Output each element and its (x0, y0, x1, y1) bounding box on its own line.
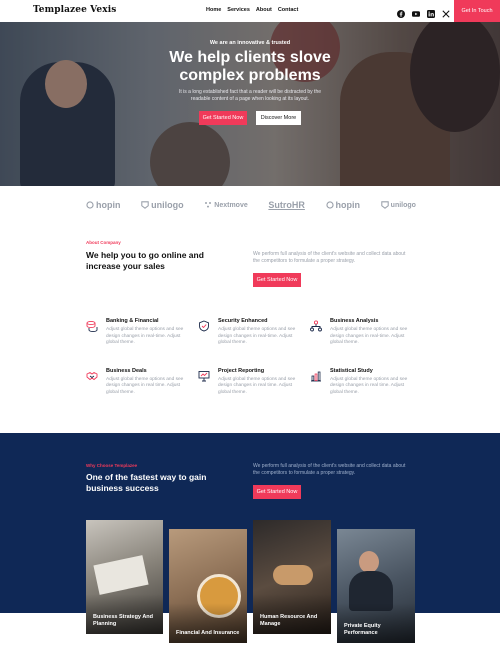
org-chart-icon (310, 320, 322, 332)
linkedin-icon[interactable] (427, 5, 435, 18)
about-get-started-button[interactable]: Get Started Now (253, 273, 301, 287)
card-shade (169, 603, 247, 643)
main-menu: Home Services About Contact (206, 7, 298, 13)
feature-description: Adjust global theme options and see desi… (330, 327, 408, 345)
partner-logo: unilogo (141, 200, 184, 210)
youtube-icon[interactable] (412, 5, 420, 17)
feature-description: Adjust global theme options and see desi… (106, 376, 184, 395)
feature-title: Business Analysis (330, 318, 379, 324)
bar-chart-icon (311, 371, 321, 381)
card-photo-face (359, 551, 379, 573)
why-kicker: Why Choose Templazee (86, 463, 138, 468)
service-card[interactable]: Human Resource And Manage (253, 520, 331, 634)
x-icon[interactable] (442, 5, 450, 18)
partner-logo: SutroHR (268, 200, 305, 210)
nextmove-logo-icon (205, 202, 212, 208)
why-choose-section (0, 433, 500, 613)
partner-logo-text: hopin (96, 200, 121, 210)
partner-logo-text: hopin (335, 200, 361, 210)
social-links (397, 5, 450, 18)
menu-item-home[interactable]: Home (206, 7, 221, 13)
service-card-label: Human Resource And Manage (260, 614, 318, 627)
discover-more-button[interactable]: Discover More (256, 111, 301, 125)
get-started-button[interactable]: Get Started Now (199, 111, 247, 125)
about-text: We perform full analysis of the client's… (253, 251, 406, 264)
why-text: We perform full analysis of the client's… (253, 463, 406, 476)
why-get-started-button[interactable]: Get Started Now (253, 485, 301, 499)
features-grid: Banking & Financial Adjust global theme … (86, 318, 416, 396)
hero-kicker: We are an innovative & trusted (209, 40, 291, 46)
shield-check-icon (199, 320, 209, 332)
partner-logo-text: unilogo (390, 201, 416, 209)
presentation-icon (198, 370, 210, 381)
unilogo-logo-icon (380, 201, 389, 209)
service-card[interactable]: Financial And Insurance (169, 529, 247, 643)
partner-logos: hopin unilogo Nextmove SutroHR hopin uni… (86, 200, 416, 210)
partner-logo: hopin (86, 200, 121, 210)
hero-title: We help clients slove complex problems (169, 49, 331, 84)
get-in-touch-button[interactable]: Get In Touch (454, 0, 500, 22)
menu-item-services[interactable]: Services (227, 7, 250, 13)
feature-description: Adjust global theme options and see desi… (330, 376, 408, 395)
partner-logo: unilogo (380, 201, 416, 209)
feature-title: Statistical Study (330, 367, 373, 374)
feature-description: Adjust global theme options and see desi… (218, 376, 296, 395)
coins-icon (86, 320, 98, 332)
card-photo-hands (273, 565, 313, 585)
hopin-logo-icon (86, 201, 94, 209)
menu-item-contact[interactable]: Contact (278, 7, 298, 13)
feature-title: Project Reporting (218, 367, 265, 374)
feature-item: Business Analysis Adjust global theme op… (310, 318, 416, 347)
hopin-logo-icon (325, 201, 334, 209)
facebook-icon[interactable] (397, 5, 405, 18)
top-navbar: Templazee Vexis Home Services About Cont… (0, 0, 500, 22)
card-photo-paper (93, 555, 149, 595)
service-card[interactable]: Business Strategy And Planning (86, 520, 163, 634)
service-card-label: Business Strategy And Planning (93, 614, 154, 627)
feature-item: Security Enhanced Adjust global theme op… (198, 318, 310, 347)
feature-item: Project Reporting Adjust global theme op… (198, 368, 310, 397)
hero-subtitle: It is a long established fact that a rea… (178, 89, 322, 102)
unilogo-logo-icon (141, 201, 149, 209)
partner-logo: Nextmove (204, 201, 248, 209)
hero-banner: We are an innovative & trusted We help c… (0, 22, 500, 186)
partner-logo-text: SutroHR (268, 200, 305, 210)
feature-item: Banking & Financial Adjust global theme … (86, 318, 198, 347)
handshake-icon (86, 371, 98, 380)
service-card-label: Financial And Insurance (176, 630, 240, 636)
partner-logo-text: unilogo (151, 200, 184, 210)
feature-item: Statistical Study Adjust global theme op… (310, 368, 416, 397)
brand-logo[interactable]: Templazee Vexis (33, 5, 116, 15)
feature-title: Business Deals (106, 367, 147, 374)
partner-logo-text: Nextmove (214, 201, 248, 209)
feature-title: Security Enhanced (218, 318, 268, 324)
feature-description: Adjust global theme options and see desi… (106, 327, 184, 345)
feature-title: Banking & Financial (106, 318, 159, 324)
feature-description: Adjust global theme options and see desi… (218, 327, 296, 345)
about-title: We help you to go online and increase yo… (86, 250, 204, 271)
feature-item: Business Deals Adjust global theme optio… (86, 368, 198, 397)
menu-item-about[interactable]: About (256, 7, 272, 13)
partner-logo: hopin (325, 200, 361, 210)
about-kicker: About Company (86, 240, 121, 245)
hero-overlay (0, 22, 500, 186)
service-card-label: Private Equity Performance (344, 623, 381, 636)
service-card[interactable]: Private Equity Performance (337, 529, 415, 643)
why-title: One of the fastest way to gain business … (86, 472, 207, 493)
